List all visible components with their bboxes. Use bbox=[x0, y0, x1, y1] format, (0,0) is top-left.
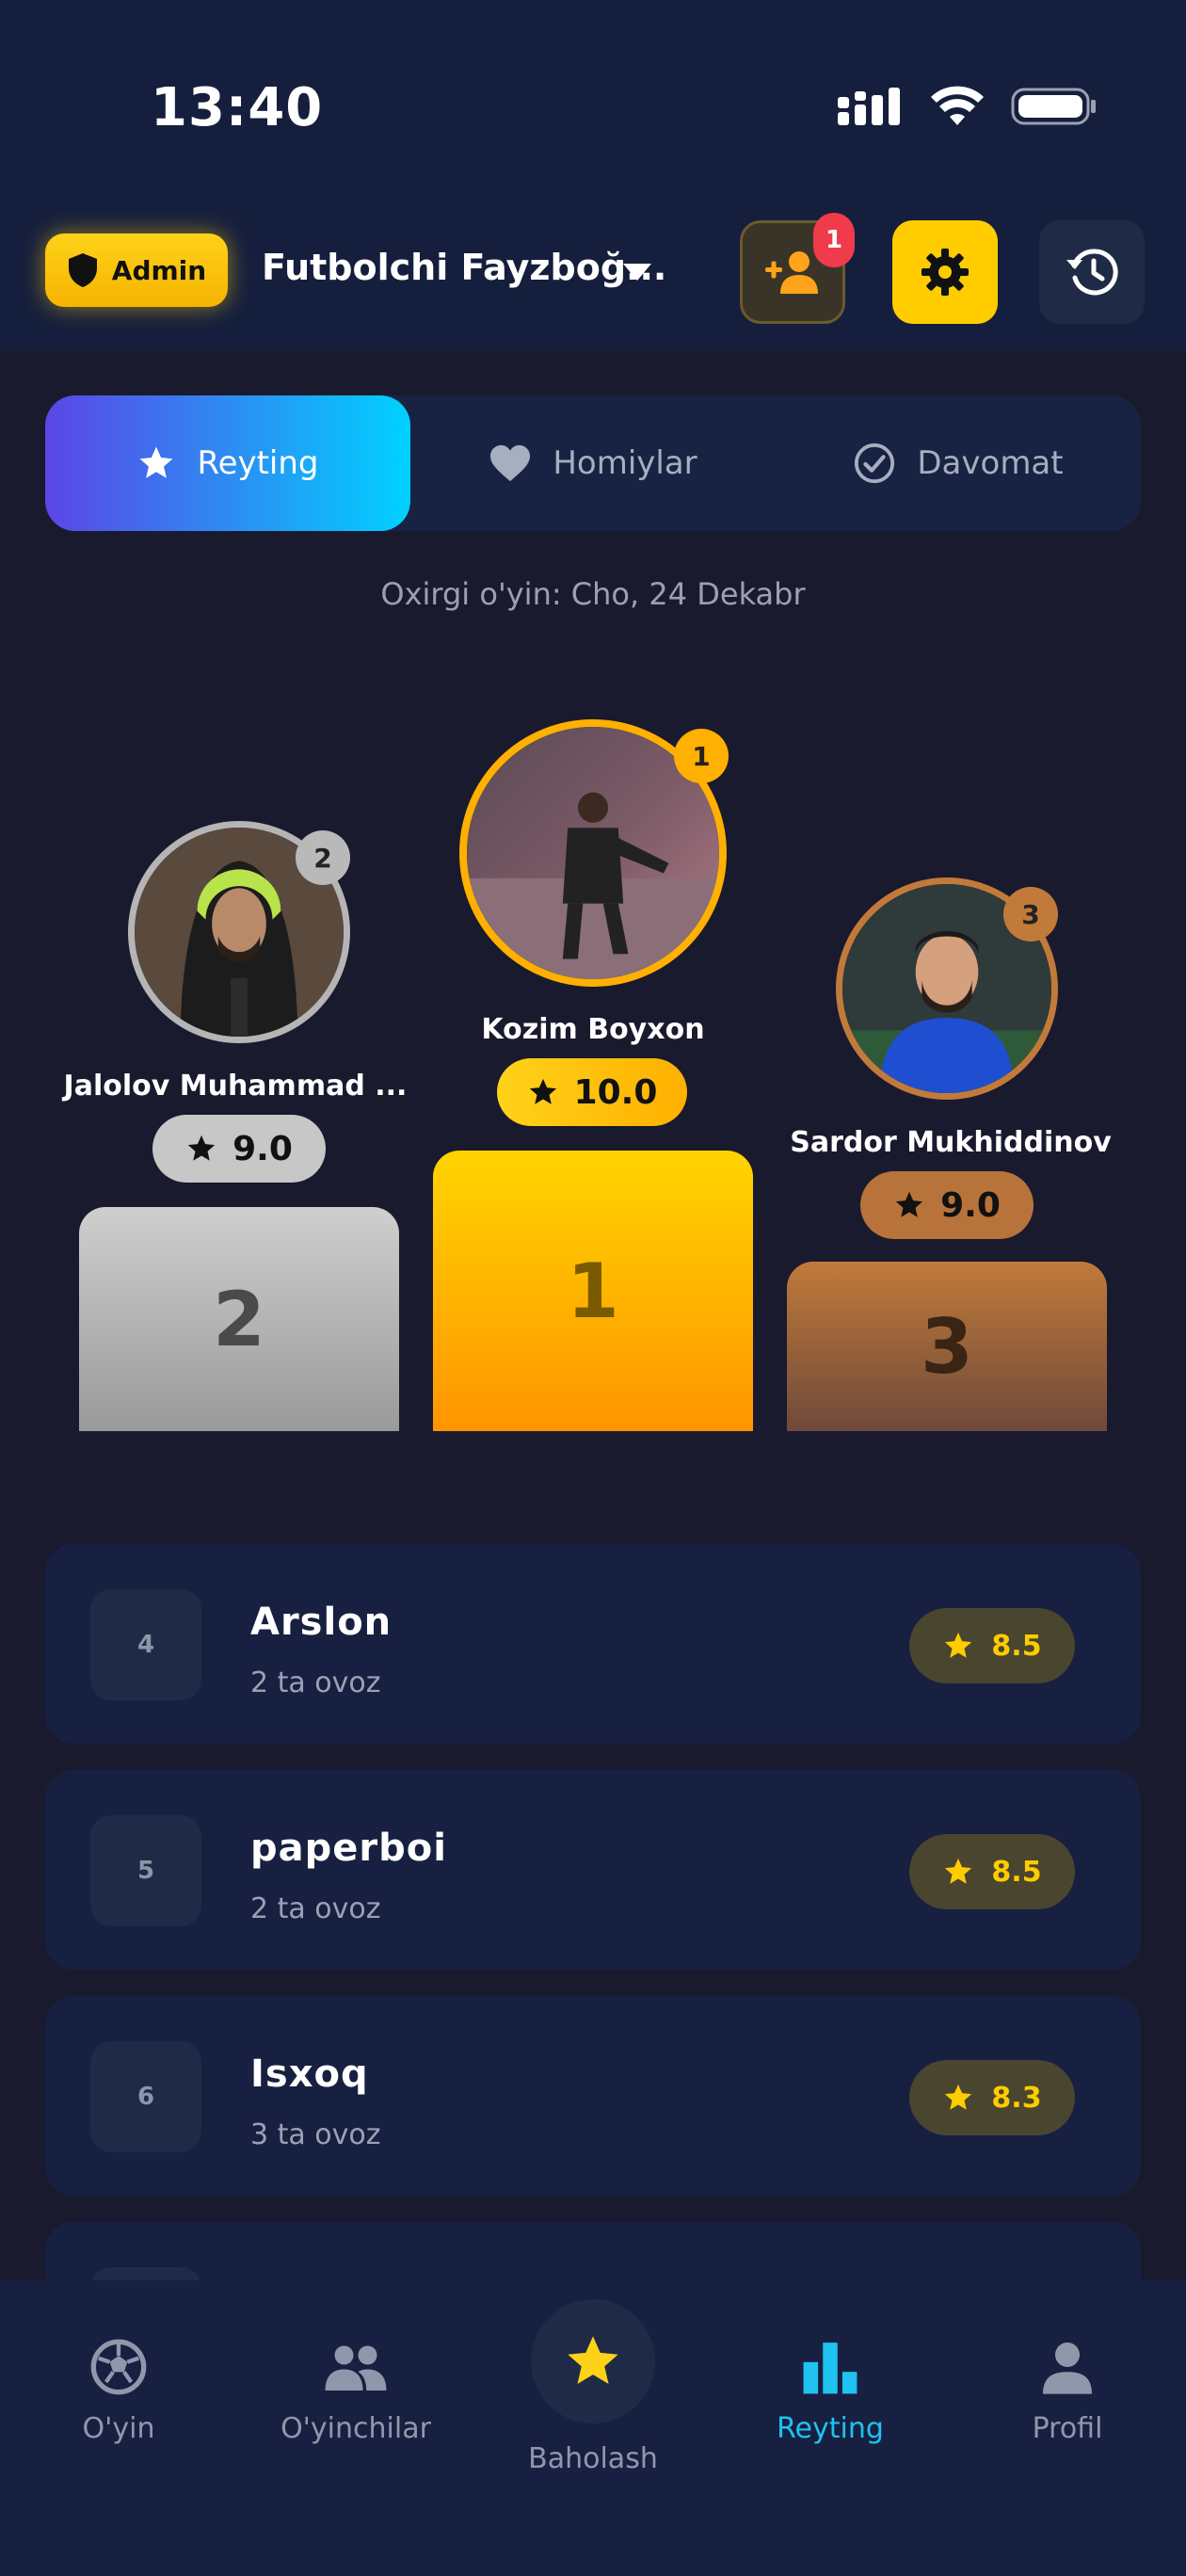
status-time: 13:40 bbox=[151, 77, 324, 138]
podium-name-third: Sardor Mukhiddinov bbox=[790, 1126, 1112, 1159]
history-button[interactable] bbox=[1039, 220, 1145, 324]
pedestal-third: 3 bbox=[787, 1262, 1107, 1431]
rank-badge: 3 bbox=[1003, 887, 1058, 942]
star-icon bbox=[529, 1078, 556, 1104]
leaderboard-row[interactable]: 4 Arslon 2 ta ovoz 8.5 bbox=[45, 1544, 1141, 1744]
team-selector[interactable]: Futbolchi Fayzboğ... bbox=[262, 247, 666, 288]
rank-badge: 2 bbox=[296, 830, 350, 885]
podium-name-second: Jalolov Muhammad ... bbox=[63, 1070, 408, 1103]
shield-icon bbox=[68, 253, 97, 287]
nav-label: O'yinchilar bbox=[280, 2412, 431, 2445]
nav-reyting[interactable]: Reyting bbox=[727, 2333, 934, 2445]
players-icon bbox=[325, 2345, 387, 2391]
rating-badge: 8.3 bbox=[909, 2060, 1075, 2135]
vote-count: 3 ta ovoz bbox=[250, 2118, 381, 2151]
star-icon bbox=[568, 2336, 618, 2384]
star-icon bbox=[187, 1135, 216, 1161]
admin-badge-label: Admin bbox=[111, 254, 207, 286]
star-icon bbox=[945, 2084, 972, 2110]
nav-oyin[interactable]: O'yin bbox=[15, 2333, 222, 2445]
rank-badge: 1 bbox=[674, 729, 729, 783]
podium-score-first: 10.0 bbox=[497, 1058, 687, 1126]
signal-icon bbox=[838, 88, 900, 125]
rating-value: 8.5 bbox=[991, 1629, 1042, 1663]
history-icon bbox=[1066, 249, 1118, 296]
nav-baholash[interactable] bbox=[531, 2299, 655, 2423]
nav-oyinchilar[interactable]: O'yinchilar bbox=[252, 2333, 459, 2445]
rating-badge: 8.5 bbox=[909, 1834, 1075, 1909]
rank-number: 4 bbox=[90, 1589, 201, 1700]
player-name: Isxoq bbox=[250, 2053, 369, 2096]
gear-icon bbox=[922, 249, 969, 296]
rating-badge: 8.5 bbox=[909, 1608, 1075, 1683]
check-circle-icon bbox=[855, 443, 895, 484]
heart-icon bbox=[490, 444, 531, 482]
tab-label: Davomat bbox=[917, 444, 1064, 482]
bottom-navigation: O'yin O'yinchilar Baholash Reyting Profi… bbox=[0, 2280, 1186, 2576]
soccer-ball-icon bbox=[90, 2339, 147, 2395]
chevron-down-icon[interactable] bbox=[621, 262, 653, 282]
wifi-icon bbox=[931, 86, 984, 125]
tab-homiylar[interactable]: Homiylar bbox=[410, 395, 776, 531]
player-name: Arslon bbox=[250, 1601, 393, 1644]
score-value: 9.0 bbox=[940, 1185, 1001, 1225]
notification-badge: 1 bbox=[813, 213, 855, 267]
leaderboard-row[interactable]: 5 paperboi 2 ta ovoz 8.5 bbox=[45, 1770, 1141, 1970]
settings-button[interactable] bbox=[892, 220, 998, 324]
pedestal-first: 1 bbox=[433, 1151, 753, 1431]
tab-label: Homiylar bbox=[553, 444, 697, 482]
tab-bar: Reyting Homiylar Davomat bbox=[45, 395, 1141, 531]
nav-label: Baholash bbox=[528, 2442, 658, 2475]
vote-count: 2 ta ovoz bbox=[250, 1666, 381, 1699]
star-icon bbox=[139, 446, 173, 478]
nav-label: O'yin bbox=[82, 2412, 155, 2445]
star-icon bbox=[945, 1858, 972, 1884]
last-game-date: Oxirgi o'yin: Cho, 24 Dekabr bbox=[380, 576, 806, 612]
leaderboard-row[interactable]: 6 Isxoq 3 ta ovoz 8.3 bbox=[45, 1996, 1141, 2196]
rating-value: 8.5 bbox=[991, 1855, 1042, 1889]
podium-score-second: 9.0 bbox=[152, 1115, 326, 1183]
nav-label: Profil bbox=[1032, 2412, 1103, 2445]
add-user-icon bbox=[765, 251, 818, 294]
player-name: paperboi bbox=[250, 1827, 447, 1870]
score-value: 10.0 bbox=[573, 1072, 658, 1112]
tab-davomat[interactable]: Davomat bbox=[776, 395, 1141, 531]
star-icon bbox=[895, 1191, 923, 1217]
rank-number: 5 bbox=[90, 1815, 201, 1926]
vote-count: 2 ta ovoz bbox=[250, 1892, 381, 1925]
status-icons bbox=[838, 83, 1098, 130]
battery-icon bbox=[1011, 88, 1096, 125]
rank-number: 6 bbox=[90, 2041, 201, 2152]
star-icon bbox=[945, 1632, 972, 1658]
bar-chart-icon bbox=[803, 2343, 857, 2394]
admin-badge: Admin bbox=[45, 233, 228, 307]
tab-reyting[interactable]: Reyting bbox=[45, 395, 410, 531]
user-icon bbox=[1043, 2343, 1092, 2394]
status-bar: 13:40 bbox=[0, 0, 1186, 188]
pedestal-second: 2 bbox=[79, 1207, 399, 1431]
rating-value: 8.3 bbox=[991, 2081, 1042, 2115]
score-value: 9.0 bbox=[232, 1129, 293, 1168]
nav-label: Reyting bbox=[777, 2412, 884, 2445]
podium-score-third: 9.0 bbox=[860, 1171, 1034, 1239]
tab-label: Reyting bbox=[197, 444, 319, 482]
podium-name-first: Kozim Boyxon bbox=[481, 1013, 705, 1046]
nav-profil[interactable]: Profil bbox=[964, 2333, 1171, 2445]
